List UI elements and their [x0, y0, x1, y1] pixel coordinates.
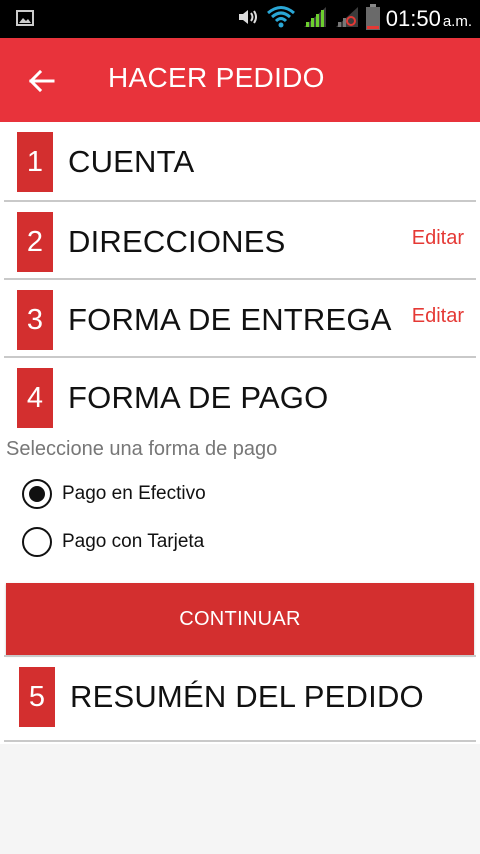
- app-bar: HACER PEDIDO: [0, 38, 480, 122]
- divider: [4, 740, 476, 742]
- radio-label: Pago en Efectivo: [62, 483, 206, 504]
- step-number: 5: [19, 667, 55, 727]
- step-label: DIRECCIONES: [68, 224, 286, 259]
- vibrate-icon: [236, 7, 260, 32]
- step-number: 4: [17, 368, 53, 428]
- step-forma-pago: 4 FORMA DE PAGO: [4, 358, 476, 436]
- signal-alt-icon: [334, 5, 360, 34]
- step-cuenta[interactable]: 1 CUENTA: [4, 122, 476, 200]
- payment-option-card[interactable]: Pago con Tarjeta: [22, 526, 204, 558]
- step-label: CUENTA: [68, 144, 195, 179]
- payment-option-cash[interactable]: Pago en Efectivo: [22, 478, 206, 510]
- wifi-icon: [266, 5, 296, 34]
- payment-hint: Seleccione una forma de pago: [6, 438, 278, 460]
- edit-direcciones-link[interactable]: Editar: [412, 227, 464, 250]
- status-bar: 01:50 a.m.: [0, 0, 480, 38]
- page-title: HACER PEDIDO: [108, 62, 325, 93]
- step-label: FORMA DE ENTREGA: [68, 302, 392, 337]
- image-icon: [16, 10, 34, 31]
- radio-unselected[interactable]: [22, 527, 52, 557]
- continue-button[interactable]: CONTINUAR: [6, 583, 474, 655]
- step-label: FORMA DE PAGO: [68, 380, 329, 415]
- battery-icon: [365, 3, 380, 35]
- step-direcciones[interactable]: 2 DIRECCIONES Editar: [4, 202, 476, 280]
- signal-icon: [302, 5, 328, 34]
- step-number: 2: [17, 212, 53, 272]
- step-resumen: 5 RESUMÉN DEL PEDIDO: [4, 657, 476, 735]
- step-label: RESUMÉN DEL PEDIDO: [70, 679, 424, 714]
- step-forma-entrega[interactable]: 3 FORMA DE ENTREGA Editar: [4, 280, 476, 358]
- edit-forma-entrega-link[interactable]: Editar: [412, 305, 464, 328]
- step-number: 1: [17, 132, 53, 192]
- clock-time: 01:50: [385, 6, 441, 31]
- radio-selected[interactable]: [22, 479, 52, 509]
- checkout-steps: 1 CUENTA 2 DIRECCIONES Editar 3 FORMA DE…: [0, 122, 480, 744]
- arrow-back-icon[interactable]: [26, 66, 56, 96]
- radio-label: Pago con Tarjeta: [62, 531, 205, 552]
- clock-ampm: a.m.: [442, 13, 472, 30]
- step-number: 3: [17, 290, 53, 350]
